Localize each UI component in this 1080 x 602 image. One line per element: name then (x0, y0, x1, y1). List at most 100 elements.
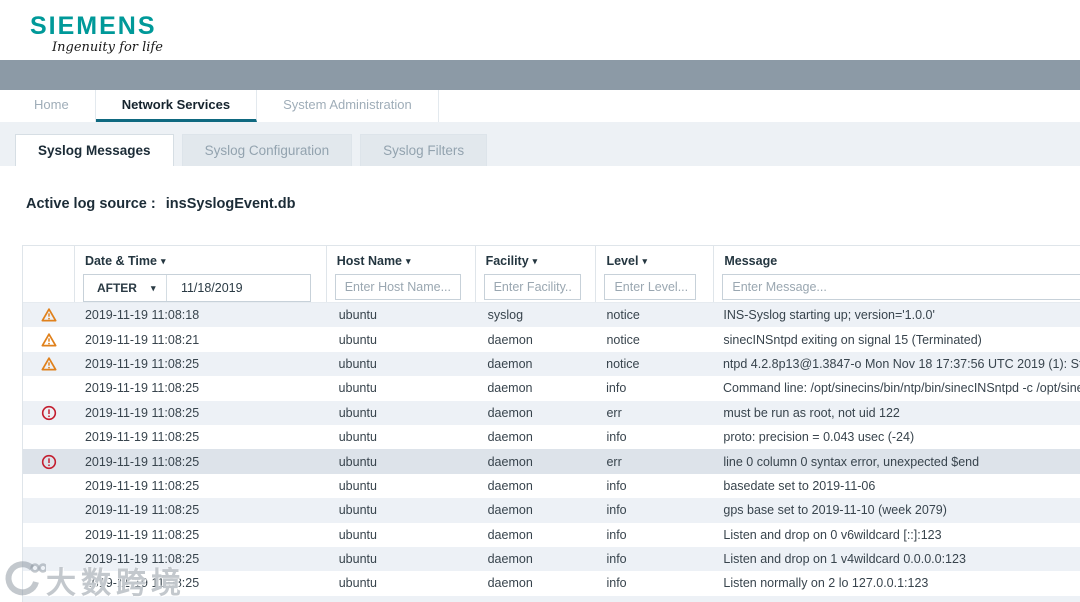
nav-tab-home[interactable]: Home (8, 90, 96, 122)
date-operator-select[interactable]: AFTER ▾ (84, 281, 166, 295)
cell-facility: daemon (487, 430, 533, 445)
cell-message: must be run as root, not uid 122 (723, 405, 900, 420)
brand-header: SIEMENS Ingenuity for life (0, 0, 1080, 60)
cell-datetime: 2019-11-19 11:08:25 (84, 454, 200, 469)
host-sort-button[interactable]: Host Name ▾ (337, 254, 475, 268)
active-log-source-value: insSyslogEvent.db (165, 196, 296, 212)
cell-level: info (606, 503, 627, 518)
date-filter-input[interactable]: 11/18/2019 (167, 281, 310, 295)
cell-level: info (606, 552, 627, 567)
cell-message: Listen normally on 2 lo 127.0.0.1:123 (723, 576, 929, 591)
cell-host: ubuntu (338, 527, 377, 542)
facility-sort-button[interactable]: Facility ▾ (486, 254, 596, 268)
level-filter-input[interactable] (604, 274, 697, 300)
cell-facility: daemon (487, 356, 533, 371)
cell-facility: daemon (487, 381, 533, 396)
table-row[interactable]: 2019-11-19 11:08:25 ubuntu daemon info C… (23, 376, 1080, 401)
cell-message: ntpd 4.2.8p13@1.3847-o Mon Nov 18 17:37:… (722, 356, 1080, 371)
cell-host: ubuntu (338, 430, 377, 445)
header-gray-band (0, 60, 1080, 90)
tab-syslog-configuration[interactable]: Syslog Configuration (181, 134, 353, 166)
cell-message: INS-Syslog starting up; version='1.0.0' (723, 308, 935, 323)
cell-datetime: 2019-11-19 11:08:25 (84, 527, 200, 542)
cell-message: gps base set to 2019-11-10 (week 2079) (723, 503, 947, 518)
cell-level: info (606, 576, 627, 591)
table-row[interactable]: 2019-11-19 11:08:25 ubuntu daemon info (23, 595, 1080, 602)
nav-tab-system-administration[interactable]: System Administration (257, 90, 439, 122)
cell-level: info (606, 478, 627, 493)
syslog-table: Date & Time ▾ AFTER ▾ 11/18/2019 Host Name… (22, 245, 1080, 602)
cell-level: err (606, 454, 622, 469)
cell-level: info (606, 527, 627, 542)
content-panel: Active log source : insSyslogEvent.db Da… (0, 166, 1080, 602)
subtab-row: Syslog Messages Syslog Configuration Sys… (15, 134, 495, 167)
cell-message: Command line: /opt/sinecins/bin/ntp/bin/… (722, 381, 1080, 396)
error-icon (41, 454, 57, 469)
cell-facility: daemon (487, 503, 533, 518)
cell-host: ubuntu (338, 454, 377, 469)
date-filter: AFTER ▾ 11/18/2019 (82, 274, 311, 302)
cell-level: notice (606, 332, 640, 347)
cell-message: basedate set to 2019-11-06 (723, 478, 876, 493)
cell-datetime: 2019-11-19 11:08:25 (84, 552, 200, 567)
table-row[interactable]: 2019-11-19 11:08:25 ubuntu daemon info b… (23, 473, 1080, 499)
cell-datetime: 2019-11-19 11:08:25 (84, 478, 200, 493)
warning-icon (41, 357, 57, 371)
level-sort-button[interactable]: Level ▾ (606, 254, 713, 268)
cell-facility: daemon (487, 332, 533, 347)
cell-datetime: 2019-11-19 11:08:25 (84, 576, 200, 591)
cell-datetime: 2019-11-19 11:08:25 (84, 356, 200, 371)
cell-facility: daemon (487, 478, 533, 493)
table-row[interactable]: 2019-11-19 11:08:21 ubuntu daemon notice… (23, 327, 1080, 352)
tab-syslog-messages[interactable]: Syslog Messages (15, 134, 174, 167)
cell-facility: daemon (487, 405, 533, 420)
tab-syslog-filters[interactable]: Syslog Filters (360, 134, 488, 166)
level-column-header: Level ▾ (596, 246, 715, 302)
table-row[interactable]: 2019-11-19 11:08:18 ubuntu syslog notice… (23, 303, 1080, 328)
cell-level: info (606, 430, 627, 445)
table-body: 2019-11-19 11:08:18 ubuntu syslog notice… (23, 303, 1080, 602)
cell-host: ubuntu (338, 356, 377, 371)
cell-datetime: 2019-11-19 11:08:25 (84, 430, 200, 445)
host-filter-input[interactable] (334, 274, 461, 300)
table-row[interactable]: 2019-11-19 11:08:25 ubuntu daemon info g… (23, 498, 1080, 523)
table-row[interactable]: 2019-11-19 11:08:25 ubuntu daemon info L… (23, 571, 1080, 596)
sort-arrow-icon: ▾ (642, 256, 647, 266)
cell-host: ubuntu (338, 552, 377, 567)
sort-arrow-icon: ▾ (532, 256, 538, 266)
table-row[interactable]: 2019-11-19 11:08:25 ubuntu daemon err li… (23, 449, 1080, 474)
cell-message: Listen and drop on 0 v6wildcard [::]:123 (723, 527, 942, 542)
warning-icon (41, 332, 57, 347)
cell-facility: daemon (487, 552, 533, 567)
cell-host: ubuntu (338, 332, 377, 347)
cell-level: err (606, 405, 622, 420)
facility-filter-input[interactable] (483, 274, 581, 300)
sort-arrow-icon: ▾ (160, 256, 166, 266)
date-column-header: Date & Time ▾ AFTER ▾ 11/18/2019 (75, 246, 327, 302)
siemens-logo: SIEMENS (30, 12, 157, 40)
nav-tab-network-services[interactable]: Network Services (95, 90, 258, 122)
table-row[interactable]: 2019-11-19 11:08:25 ubuntu daemon info L… (23, 522, 1080, 547)
error-icon (41, 405, 57, 420)
message-filter-input[interactable] (722, 274, 1080, 300)
cell-host: ubuntu (338, 576, 377, 591)
facility-column-header: Facility ▾ (476, 246, 597, 302)
cell-facility: syslog (487, 308, 524, 323)
cell-host: ubuntu (338, 503, 377, 518)
table-row[interactable]: 2019-11-19 11:08:25 ubuntu daemon notice… (23, 351, 1080, 377)
date-sort-button[interactable]: Date & Time ▾ (85, 254, 326, 268)
cell-facility: daemon (487, 454, 533, 469)
message-column-label: Message (724, 254, 778, 268)
warning-icon (41, 308, 57, 322)
cell-host: ubuntu (338, 381, 377, 396)
host-column-header: Host Name ▾ (327, 246, 476, 302)
table-row[interactable]: 2019-11-19 11:08:25 ubuntu daemon info p… (23, 424, 1080, 450)
table-row[interactable]: 2019-11-19 11:08:25 ubuntu daemon err mu… (23, 400, 1080, 425)
cell-datetime: 2019-11-19 11:08:18 (84, 308, 200, 323)
siemens-tagline: Ingenuity for life (52, 40, 163, 55)
active-log-source: Active log source : insSyslogEvent.db (26, 196, 296, 212)
table-row[interactable]: 2019-11-19 11:08:25 ubuntu daemon info L… (23, 546, 1080, 572)
cell-host: ubuntu (338, 405, 377, 420)
cell-facility: daemon (487, 527, 533, 542)
cell-level: notice (606, 356, 640, 371)
